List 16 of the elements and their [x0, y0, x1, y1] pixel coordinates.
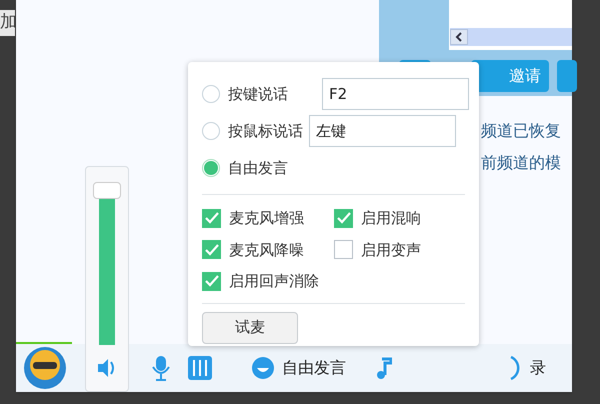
mode-option-label[interactable]: 按鼠标说话: [228, 120, 303, 142]
record-label[interactable]: 录: [530, 356, 546, 380]
option-label[interactable]: 启用混响: [361, 207, 421, 230]
message-text: 频道已恢复: [481, 122, 561, 140]
option-label[interactable]: 麦克风降噪: [229, 238, 304, 261]
mode-option-label[interactable]: 自由发言: [228, 156, 288, 180]
hotkey-field[interactable]: F2: [322, 78, 469, 110]
edge-text: 加: [0, 10, 15, 36]
test-mic-button[interactable]: 试麦: [202, 312, 298, 344]
hotkey-field[interactable]: 左键: [309, 115, 456, 147]
option-label[interactable]: 麦克风增强: [229, 207, 304, 230]
message-text: 前频道的模: [481, 154, 561, 172]
option-label[interactable]: 启用变声: [361, 238, 421, 261]
mode-option-label[interactable]: 按键说话: [228, 82, 288, 106]
option-label[interactable]: 启用回声消除: [229, 270, 319, 292]
mode-label[interactable]: 自由发言: [282, 356, 346, 380]
